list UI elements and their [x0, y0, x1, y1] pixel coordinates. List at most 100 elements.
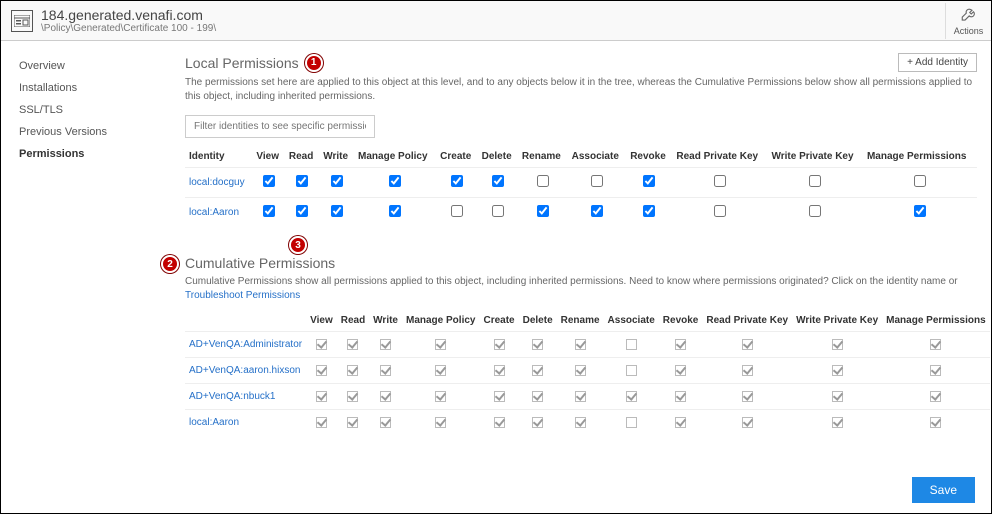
col-header: Read: [285, 146, 319, 168]
col-header: Manage Permissions: [863, 146, 977, 168]
permission-checkbox[interactable]: [389, 175, 401, 187]
header-left: 184.generated.venafi.com \Policy\Generat…: [1, 1, 945, 40]
col-header: Associate: [568, 146, 627, 168]
callout-2: 2: [161, 255, 179, 273]
table-row: AD+VenQA:Administrator: [185, 332, 990, 358]
identity-link[interactable]: AD+VenQA:aaron.hixson: [189, 365, 300, 376]
permission-indicator: [626, 339, 637, 350]
permission-checkbox[interactable]: [809, 175, 821, 187]
filter-input[interactable]: [185, 115, 375, 138]
body: OverviewInstallationsSSL/TLSPrevious Ver…: [1, 41, 991, 511]
permission-indicator: [380, 417, 391, 428]
permission-checkbox[interactable]: [331, 205, 343, 217]
permission-indicator: [380, 339, 391, 350]
save-button[interactable]: Save: [912, 477, 975, 503]
col-header: Read: [337, 310, 369, 332]
permission-indicator: [494, 391, 505, 402]
table-row: local:docguy: [185, 168, 977, 198]
permission-checkbox[interactable]: [914, 175, 926, 187]
sidebar-item-overview[interactable]: Overview: [19, 55, 131, 77]
permission-indicator: [626, 391, 637, 402]
permission-indicator: [626, 365, 637, 376]
permission-indicator: [675, 365, 686, 376]
breadcrumb: \Policy\Generated\Certificate 100 - 199\: [41, 23, 216, 34]
add-identity-button[interactable]: + Add Identity: [898, 53, 977, 72]
permission-checkbox[interactable]: [809, 205, 821, 217]
permission-indicator: [435, 339, 446, 350]
actions-button[interactable]: Actions: [945, 3, 991, 39]
identity-link[interactable]: local:Aaron: [189, 207, 239, 218]
permission-checkbox[interactable]: [591, 205, 603, 217]
sidebar-item-previousversions[interactable]: Previous Versions: [19, 121, 131, 143]
permission-indicator: [532, 339, 543, 350]
col-header: Manage Policy: [402, 310, 479, 332]
permission-indicator: [832, 391, 843, 402]
permission-checkbox[interactable]: [492, 175, 504, 187]
permission-indicator: [494, 339, 505, 350]
permission-checkbox[interactable]: [537, 205, 549, 217]
sidebar-item-permissions[interactable]: Permissions: [19, 143, 131, 165]
permission-checkbox[interactable]: [263, 175, 275, 187]
col-header: Manage Policy: [354, 146, 436, 168]
col-header: Rename: [518, 146, 568, 168]
col-header: View: [306, 310, 337, 332]
permission-checkbox[interactable]: [451, 205, 463, 217]
permission-checkbox[interactable]: [714, 205, 726, 217]
permission-indicator: [532, 417, 543, 428]
sidebar: OverviewInstallationsSSL/TLSPrevious Ver…: [1, 41, 131, 511]
permission-indicator: [832, 417, 843, 428]
local-section-head: Local Permissions 1 + Add Identity: [185, 53, 977, 72]
permission-indicator: [435, 365, 446, 376]
col-header: Read Private Key: [702, 310, 792, 332]
header-text: 184.generated.venafi.com \Policy\Generat…: [41, 7, 216, 34]
permission-checkbox[interactable]: [643, 205, 655, 217]
local-permissions-table: IdentityViewReadWriteManage PolicyCreate…: [185, 146, 977, 227]
permission-indicator: [930, 391, 941, 402]
sidebar-item-ssltls[interactable]: SSL/TLS: [19, 99, 131, 121]
permission-indicator: [435, 417, 446, 428]
identity-link[interactable]: AD+VenQA:Administrator: [189, 339, 302, 350]
troubleshoot-link[interactable]: Troubleshoot Permissions: [185, 290, 300, 301]
permission-indicator: [930, 365, 941, 376]
identity-link[interactable]: local:docguy: [189, 177, 245, 188]
sidebar-item-installations[interactable]: Installations: [19, 77, 131, 99]
permission-checkbox[interactable]: [492, 205, 504, 217]
col-header: Write Private Key: [792, 310, 882, 332]
col-header: Rename: [557, 310, 604, 332]
permission-checkbox[interactable]: [643, 175, 655, 187]
permission-indicator: [742, 417, 753, 428]
permission-indicator: [347, 417, 358, 428]
permission-indicator: [316, 391, 327, 402]
permission-indicator: [494, 417, 505, 428]
permission-indicator: [532, 391, 543, 402]
permission-checkbox[interactable]: [389, 205, 401, 217]
permission-checkbox[interactable]: [331, 175, 343, 187]
permission-checkbox[interactable]: [296, 205, 308, 217]
identity-link[interactable]: AD+VenQA:nbuck1: [189, 391, 275, 402]
identity-link[interactable]: local:Aaron: [189, 417, 239, 428]
permission-indicator: [316, 339, 327, 350]
col-header: Delete: [519, 310, 557, 332]
permission-checkbox[interactable]: [537, 175, 549, 187]
col-header: Write: [319, 146, 354, 168]
col-header: Associate: [604, 310, 659, 332]
permission-checkbox[interactable]: [714, 175, 726, 187]
object-icon: [11, 10, 33, 32]
permission-indicator: [316, 417, 327, 428]
permission-checkbox[interactable]: [591, 175, 603, 187]
permission-checkbox[interactable]: [263, 205, 275, 217]
permission-checkbox[interactable]: [451, 175, 463, 187]
permission-indicator: [930, 339, 941, 350]
col-header: Write: [369, 310, 402, 332]
col-header: Write Private Key: [767, 146, 862, 168]
permission-indicator: [575, 417, 586, 428]
permission-checkbox[interactable]: [914, 205, 926, 217]
permission-indicator: [575, 339, 586, 350]
table-row: local:Aaron: [185, 198, 977, 228]
permission-indicator: [832, 339, 843, 350]
col-header: Create: [479, 310, 518, 332]
col-header: View: [252, 146, 284, 168]
permission-indicator: [675, 339, 686, 350]
cumulative-permissions-title: Cumulative Permissions: [185, 255, 977, 271]
permission-checkbox[interactable]: [296, 175, 308, 187]
